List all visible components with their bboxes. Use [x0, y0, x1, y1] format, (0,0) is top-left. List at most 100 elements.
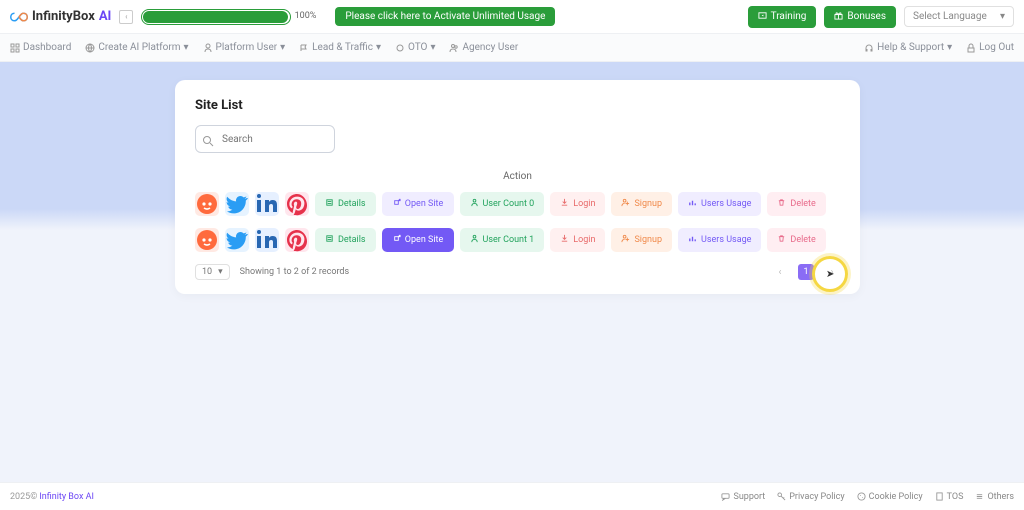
table-footer: 10 ▾ Showing 1 to 2 of 2 records ‹ 1 ›: [195, 264, 840, 280]
reddit-icon[interactable]: [195, 228, 219, 252]
dashboard-icon: [10, 43, 20, 53]
brand-logo[interactable]: InfinityBox AI: [10, 8, 111, 26]
table-row: Details Open Site User Count 0Login Signup U…: [195, 192, 840, 216]
footer-cookie[interactable]: Cookie Policy: [857, 492, 923, 502]
pinterest-icon[interactable]: [285, 192, 309, 216]
perpage-select[interactable]: 10 ▾: [195, 264, 230, 280]
search-input[interactable]: [195, 125, 335, 153]
twitter-icon[interactable]: [225, 228, 249, 252]
button-label: Open Site: [405, 199, 443, 209]
login-button[interactable]: Login: [550, 192, 605, 216]
lock-icon: [966, 43, 976, 53]
menu-logout[interactable]: Log Out: [966, 42, 1014, 53]
footer-others[interactable]: Others: [975, 492, 1014, 502]
users-usage-button[interactable]: Users Usage: [678, 228, 761, 252]
user-count-icon: [470, 198, 479, 210]
user-count-button[interactable]: User Count 0: [460, 192, 545, 216]
linkedin-icon[interactable]: [255, 228, 279, 252]
oto-icon: [395, 43, 405, 53]
table-row: Details Open Site User Count 1 Login Signup U…: [195, 228, 840, 252]
search-icon: [202, 132, 214, 144]
training-icon: [758, 11, 767, 23]
delete-button[interactable]: Delete: [767, 228, 825, 252]
footer-support[interactable]: Support: [721, 492, 765, 502]
language-select[interactable]: Select Language ▾: [904, 6, 1014, 27]
signup-button[interactable]: Signup: [611, 228, 672, 252]
infinity-icon: [10, 8, 28, 26]
details-icon: [325, 234, 334, 246]
delete-button[interactable]: Delete: [767, 192, 825, 216]
chevron-down-icon: ▾: [280, 42, 285, 53]
activate-button[interactable]: Please click here to Activate Unlimited …: [335, 7, 555, 26]
menu-help[interactable]: Help & Support ▾: [864, 42, 952, 53]
open-site-icon: [392, 234, 401, 246]
button-label: Details: [338, 199, 366, 209]
users-usage-button[interactable]: Users Usage: [678, 192, 761, 216]
search-wrap: [195, 125, 335, 153]
page-footer: 2025© Infinity Box AI Support Privacy Po…: [0, 482, 1024, 510]
copyright-year: 2025©: [10, 492, 37, 502]
delete-icon: [777, 198, 786, 210]
page-prev[interactable]: ‹: [772, 264, 788, 280]
cookie-icon: [857, 492, 866, 501]
brand-name: InfinityBox: [32, 9, 95, 24]
progress-percent: 100%: [295, 11, 317, 21]
button-label: Open Site: [405, 235, 443, 245]
signup-button[interactable]: Signup: [611, 192, 672, 216]
gift-icon: [834, 11, 843, 23]
top-header: InfinityBox AI ‹ 100% Please click here …: [0, 0, 1024, 34]
bonuses-button[interactable]: Bonuses: [824, 6, 896, 28]
linkedin-icon[interactable]: [255, 192, 279, 216]
details-button[interactable]: Details: [315, 228, 376, 252]
site-list-card: Site List Action DetailsOpen SiteUser Co…: [175, 80, 860, 294]
button-label: Login: [573, 235, 595, 245]
chat-icon: [721, 492, 730, 501]
button-label: Users Usage: [701, 235, 751, 245]
key-icon: [777, 492, 786, 501]
chevron-down-icon: ▾: [184, 42, 189, 53]
doc-icon: [935, 492, 944, 501]
menu-create-ai[interactable]: Create AI Platform ▾: [85, 42, 188, 53]
button-label: Details: [338, 235, 366, 245]
collapse-button[interactable]: ‹: [119, 10, 133, 24]
footer-privacy[interactable]: Privacy Policy: [777, 492, 844, 502]
user-icon: [203, 43, 213, 53]
button-label: Signup: [634, 199, 662, 209]
button-label: Delete: [790, 199, 815, 209]
signup-icon: [621, 234, 630, 246]
menu-agency-user[interactable]: Agency User: [449, 42, 518, 53]
menu-lead-traffic[interactable]: Lead & Traffic ▾: [299, 42, 381, 53]
signup-icon: [621, 198, 630, 210]
users-icon: [449, 43, 459, 53]
reddit-icon[interactable]: [195, 192, 219, 216]
pinterest-icon[interactable]: [285, 228, 309, 252]
login-icon: [560, 234, 569, 246]
button-label: User Count 1: [483, 235, 535, 245]
footer-tos[interactable]: TOS: [935, 492, 964, 502]
action-column-header: Action: [195, 171, 840, 182]
open-site-button[interactable]: Open Site: [382, 192, 454, 216]
open-site-button[interactable]: Open Site: [382, 228, 454, 252]
menu-platform-user[interactable]: Platform User ▾: [203, 42, 286, 53]
button-label: Signup: [634, 235, 662, 245]
brand-suffix: AI: [99, 9, 112, 24]
open-site-icon: [392, 198, 401, 210]
menu-dashboard[interactable]: Dashboard: [10, 42, 71, 53]
user-count-button[interactable]: User Count 1: [460, 228, 545, 252]
training-button[interactable]: Training: [748, 6, 817, 28]
chevron-down-icon: ▾: [376, 42, 381, 53]
page-next[interactable]: ›: [824, 264, 840, 280]
chevron-down-icon: ▾: [1000, 11, 1005, 22]
globe-icon: [85, 43, 95, 53]
button-label: Delete: [790, 235, 815, 245]
details-button[interactable]: Details: [315, 192, 376, 216]
showing-text: Showing 1 to 2 of 2 records: [240, 267, 350, 277]
footer-brand[interactable]: Infinity Box AI: [39, 492, 94, 502]
twitter-icon[interactable]: [225, 192, 249, 216]
menu-icon: [975, 492, 984, 501]
menu-oto[interactable]: OTO ▾: [395, 42, 436, 53]
login-button[interactable]: Login: [550, 228, 605, 252]
user-count-icon: [470, 234, 479, 246]
users-usage-icon: [688, 234, 697, 246]
progress-fill: [143, 11, 288, 23]
